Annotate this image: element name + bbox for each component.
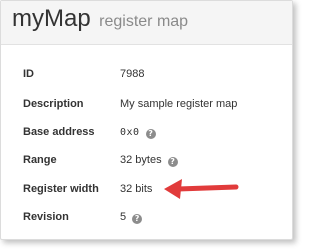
property-label: Description <box>23 98 84 110</box>
property-label: Range <box>23 154 57 166</box>
question-circle-icon[interactable]: ? <box>132 214 143 224</box>
property-label: Register width <box>23 183 99 195</box>
property-row-register-width: Register width 32 bits <box>1 179 292 199</box>
property-value-wrap: 5? <box>120 207 143 227</box>
property-value: 0x0 <box>120 127 140 138</box>
property-value: My sample register map <box>120 98 238 110</box>
property-row-revision: Revision 5? <box>1 207 292 227</box>
question-circle-icon[interactable]: ? <box>145 129 156 139</box>
property-value-wrap: 0x0? <box>120 122 156 143</box>
property-row-description: Description My sample register map <box>1 94 292 114</box>
property-label: Base address <box>23 126 95 138</box>
question-circle-icon[interactable]: ? <box>167 157 178 167</box>
property-label: Revision <box>23 211 69 223</box>
property-row-range: Range 32 bytes? <box>1 150 292 170</box>
property-value: 32 bits <box>120 183 153 195</box>
property-label: ID <box>23 68 34 80</box>
property-row-base-address: Base address 0x0? <box>1 122 292 142</box>
panel-header: myMap register map <box>1 1 292 45</box>
arrow-left-icon <box>164 179 239 199</box>
property-value-wrap: 32 bytes? <box>120 150 178 170</box>
page-title: myMap <box>12 5 91 32</box>
property-value: 32 bytes <box>120 154 162 166</box>
property-value: 7988 <box>120 68 145 80</box>
property-row-id: ID 7988 <box>1 64 292 84</box>
property-value: 5 <box>120 211 127 223</box>
page-subtitle: register map <box>99 13 189 30</box>
register-map-panel: myMap register map ID 7988 Description M… <box>0 0 293 240</box>
